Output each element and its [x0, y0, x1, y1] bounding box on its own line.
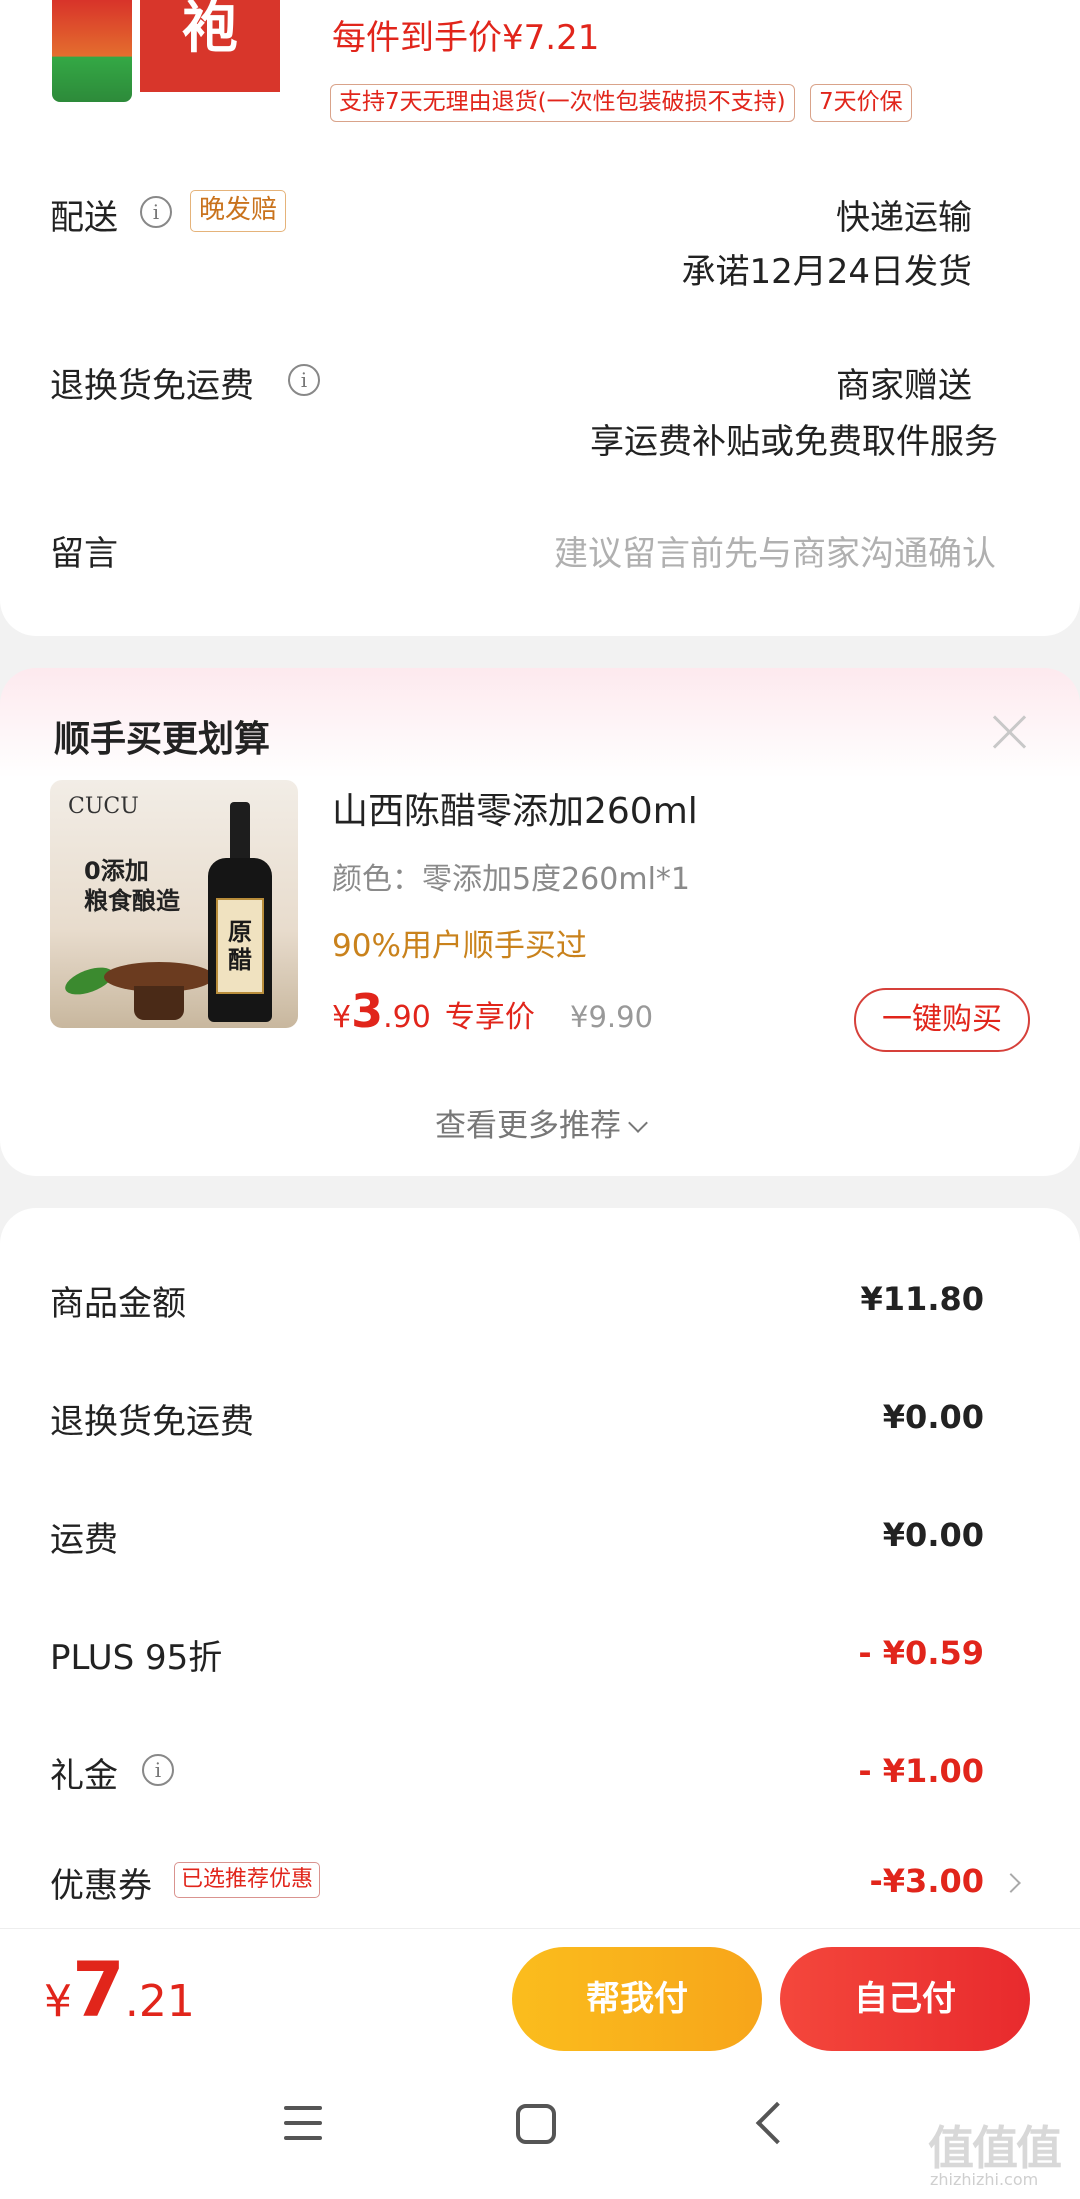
delivery-label: 配送 [50, 198, 118, 238]
summary-value: ¥0.00 [882, 1516, 984, 1554]
upsell-product-spec: 颜色：零添加5度260ml*1 [332, 862, 690, 897]
close-icon[interactable] [990, 712, 1030, 752]
summary-label: PLUS 95折 [50, 1638, 223, 1678]
summary-value: ¥0.00 [882, 1398, 984, 1436]
per-item-price: 每件到手价¥7.21 [332, 18, 600, 58]
delivery-method[interactable]: 快递运输 [836, 190, 972, 239]
price-integer: 3 [351, 984, 384, 1038]
total-integer: 7 [72, 1945, 125, 2034]
more-recommendations-label: 查看更多推荐 [435, 1108, 621, 1144]
system-nav-bar [0, 2060, 1080, 2199]
self-pay-button[interactable]: 自己付 [780, 1947, 1030, 2051]
coupon-label: 优惠券 [50, 1866, 152, 1906]
summary-label: 礼金 [50, 1756, 118, 1796]
checkout-bar: ¥7.21 帮我付 自己付 [0, 1928, 1080, 2060]
message-input[interactable]: 建议留言前先与商家沟通确认 [554, 526, 996, 575]
summary-value: - ¥1.00 [858, 1752, 984, 1790]
bottle-label-char: 醋 [228, 945, 252, 974]
menu-icon[interactable] [284, 2106, 322, 2140]
summary-value: ¥11.80 [860, 1280, 984, 1318]
late-compensation-tag: 晚发赔 [190, 190, 287, 232]
order-info-card: 袍 每件到手价¥7.21 支持7天无理由退货(一次性包装破损不支持) 7天价保 … [0, 0, 1080, 636]
image-copy: 0添加 粮食酿造 [84, 856, 180, 916]
message-label: 留言 [50, 534, 118, 574]
summary-value: - ¥0.59 [858, 1634, 984, 1672]
image-copy-line: 粮食酿造 [84, 887, 180, 915]
thumbnail-text: 袍 [182, 0, 238, 61]
product-thumbnail-2[interactable]: 袍 [140, 0, 280, 92]
watermark-logo: 值值值 [928, 2121, 1062, 2175]
coupon-value[interactable]: -¥3.00 [870, 1862, 985, 1900]
coupon-tag: 已选推荐优惠 [174, 1862, 321, 1898]
friend-pay-button[interactable]: 帮我付 [512, 1947, 762, 2051]
dish-stand-decoration [134, 986, 184, 1020]
more-recommendations[interactable]: 查看更多推荐 [0, 1100, 1080, 1145]
chevron-down-icon [628, 1113, 648, 1133]
price-decimal: .90 [383, 1000, 431, 1035]
return-shipping-value: 商家赠送 [836, 366, 972, 406]
upsell-card: 顺手买更划算 CUCU 0添加 粮食酿造 原 醋 山西陈醋零添加260ml 颜色… [0, 668, 1080, 1176]
total-currency: ¥ [44, 1976, 72, 2027]
product-thumbnail[interactable] [52, 0, 132, 102]
vinegar-bottle: 原 醋 [208, 802, 272, 1022]
brand-logo: CUCU [68, 794, 139, 819]
summary-label: 运费 [50, 1520, 118, 1560]
return-shipping-service: 享运费补贴或免费取件服务 [590, 422, 998, 462]
summary-label: 商品金额 [50, 1284, 186, 1324]
social-proof: 90%用户顺手买过 [332, 928, 587, 964]
one-click-buy-button[interactable]: 一键购买 [854, 988, 1030, 1052]
watermark-url: zhizhizhi.com [930, 2170, 1039, 2189]
return-shipping-label: 退换货免运费 [50, 366, 254, 406]
upsell-product-name[interactable]: 山西陈醋零添加260ml [332, 782, 698, 834]
price-summary-card: 商品金额 ¥11.80 退换货免运费 ¥0.00 运费 ¥0.00 PLUS 9… [0, 1208, 1080, 1928]
return-policy-tag: 支持7天无理由退货(一次性包装破损不支持) [330, 84, 795, 122]
upsell-product-image[interactable]: CUCU 0添加 粮食酿造 原 醋 [50, 780, 298, 1028]
image-copy-line: 0添加 [84, 857, 149, 885]
upsell-title: 顺手买更划算 [54, 719, 271, 760]
total-price: ¥7.21 [44, 1945, 195, 2034]
home-icon[interactable] [516, 2104, 556, 2144]
upsell-price: ¥3.90 专享价 [332, 984, 535, 1038]
info-icon[interactable]: i [288, 364, 320, 396]
price-label: 专享价 [444, 1000, 535, 1035]
original-price: ¥9.90 [570, 1000, 654, 1034]
info-icon[interactable]: i [140, 196, 172, 228]
total-decimal: .21 [124, 1976, 195, 2027]
chevron-right-icon[interactable] [1001, 1873, 1021, 1893]
info-icon[interactable]: i [142, 1754, 174, 1786]
summary-label: 退换货免运费 [50, 1402, 254, 1442]
price-protect-tag: 7天价保 [810, 84, 912, 122]
delivery-promise: 承诺12月24日发货 [681, 252, 972, 292]
price-currency: ¥ [332, 1000, 352, 1035]
back-icon[interactable] [755, 2101, 799, 2145]
bottle-label-char: 原 [228, 917, 252, 946]
